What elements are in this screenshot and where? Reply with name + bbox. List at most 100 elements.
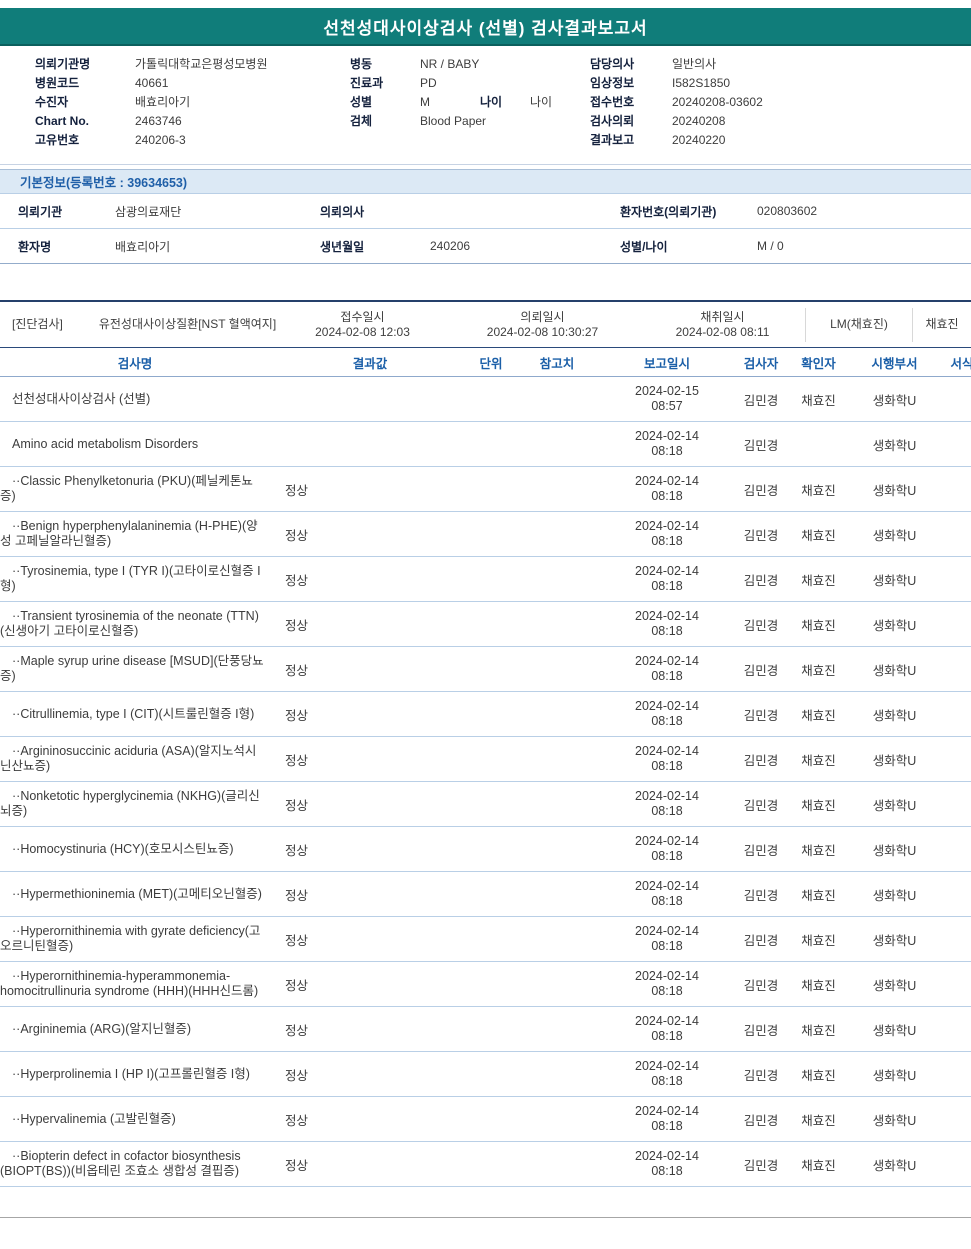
result-row: ··Citrullinemia, type I (CIT)(시트룰린혈증 I형)… bbox=[0, 692, 971, 737]
report-datetime-text: 2024-02-14 08:18 bbox=[635, 654, 699, 683]
report-datetime: 2024-02-15 08:57 bbox=[602, 384, 732, 414]
info-value: 20240220 bbox=[672, 133, 726, 147]
report-datetime: 2024-02-14 08:18 bbox=[602, 474, 732, 504]
info-value: 20240208 bbox=[672, 114, 726, 128]
result-row: ··Hyperprolinemia I (HP I)(고프롤린혈증 I형) 정상… bbox=[0, 1052, 971, 1097]
tester-name: 김민경 bbox=[743, 1113, 779, 1128]
test-name: ··Argininosuccinic aciduria (ASA)(알지노석시닌… bbox=[0, 744, 257, 773]
department-name: 생화학U bbox=[872, 1113, 917, 1128]
basic-value-3: 020803602 bbox=[757, 204, 818, 218]
confirmer-name: 채효진 bbox=[801, 393, 836, 408]
info-pair: 검사의뢰 20240208 bbox=[590, 112, 971, 131]
info-value: 240206-3 bbox=[135, 133, 186, 147]
receipt-time-label: 접수일시 bbox=[340, 309, 385, 324]
report-datetime-text: 2024-02-14 08:18 bbox=[635, 519, 699, 548]
report-datetime: 2024-02-14 08:18 bbox=[602, 969, 732, 999]
result-row: ··Biopterin defect in cofactor biosynthe… bbox=[0, 1142, 971, 1187]
result-row: ··Transient tyrosinemia of the neonate (… bbox=[0, 602, 971, 647]
confirmer-name: 채효진 bbox=[801, 798, 836, 813]
order-collector: LM(채효진) bbox=[805, 307, 912, 342]
report-datetime-text: 2024-02-14 08:18 bbox=[635, 1149, 699, 1178]
confirmer-name: 채효진 bbox=[801, 1113, 836, 1128]
test-name: ··Citrullinemia, type I (CIT)(시트룰린혈증 I형) bbox=[12, 706, 255, 721]
department-name: 생화학U bbox=[872, 528, 917, 543]
department-name: 생화학U bbox=[872, 753, 917, 768]
header-report-date: 보고일시 bbox=[643, 356, 690, 371]
test-name: ··Tyrosinemia, type I (TYR I)(고타이로신혈증 I형… bbox=[0, 564, 261, 593]
tester-name: 김민경 bbox=[743, 663, 779, 678]
confirmer-name: 채효진 bbox=[801, 753, 836, 768]
result-value: 정상 bbox=[285, 798, 309, 813]
test-name: ··Nonketotic hyperglycinemia (NKHG)(글리신뇌… bbox=[0, 789, 260, 818]
info-label-2 bbox=[480, 74, 530, 93]
header-test-name: 검사명 bbox=[117, 356, 153, 371]
info-pair: 성별 M 나이 나이 bbox=[350, 93, 590, 112]
info-label-2 bbox=[480, 112, 530, 131]
basic-label-1: 환자명 bbox=[18, 239, 52, 254]
info-value-2: 나이 bbox=[530, 95, 553, 109]
department-name: 생화학U bbox=[872, 978, 917, 993]
bottom-divider bbox=[0, 1217, 971, 1218]
department-name: 생화학U bbox=[872, 393, 917, 408]
report-datetime-text: 2024-02-14 08:18 bbox=[635, 609, 699, 638]
report-datetime-text: 2024-02-14 08:18 bbox=[635, 789, 699, 818]
result-value: 정상 bbox=[285, 573, 309, 588]
tester-name: 김민경 bbox=[743, 1158, 779, 1173]
result-value: 정상 bbox=[285, 618, 309, 633]
test-name: ··Hyperprolinemia I (HP I)(고프롤린혈증 I형) bbox=[12, 1066, 250, 1081]
report-datetime-text: 2024-02-15 08:57 bbox=[635, 384, 699, 413]
confirmer-name: 채효진 bbox=[801, 618, 836, 633]
test-name: ··Homocystinuria (HCY)(호모시스틴뇨증) bbox=[12, 841, 234, 856]
report-datetime: 2024-02-14 08:18 bbox=[602, 699, 732, 729]
info-pair: 결과보고 20240220 bbox=[590, 131, 971, 150]
test-name: Amino acid metabolism Disorders bbox=[12, 436, 199, 451]
basic-info-row: 의뢰기관 삼광의료재단 의뢰의사 환자번호(의뢰기관) 020803602 bbox=[0, 194, 971, 229]
basic-info-title: 기본정보(등록번호 : 39634653) bbox=[20, 176, 188, 190]
result-row: ··Homocystinuria (HCY)(호모시스틴뇨증) 정상 2024-… bbox=[0, 827, 971, 872]
test-name: ··Hyperornithinemia-hyperammonemia-homoc… bbox=[0, 969, 259, 998]
info-pair: 고유번호 240206-3 bbox=[35, 131, 350, 150]
confirmer-name: 채효진 bbox=[801, 888, 836, 903]
test-name: ··Argininemia (ARG)(알지닌혈증) bbox=[12, 1021, 192, 1036]
info-pair: 병원코드 40661 bbox=[35, 74, 350, 93]
report-datetime-text: 2024-02-14 08:18 bbox=[635, 879, 699, 908]
report-datetime: 2024-02-14 08:18 bbox=[602, 654, 732, 684]
test-name: ··Hypervalinemia (고발린혈증) bbox=[12, 1111, 176, 1126]
confirmer-name: 채효진 bbox=[801, 483, 836, 498]
header-tester: 검사자 bbox=[743, 356, 779, 371]
confirmer-name: 채효진 bbox=[801, 1068, 836, 1083]
result-row: ··Tyrosinemia, type I (TYR I)(고타이로신혈증 I형… bbox=[0, 557, 971, 602]
report-title: 선천성대사이상검사 (선별) 검사결과보고서 bbox=[323, 18, 648, 38]
basic-info-bar: 기본정보(등록번호 : 39634653) bbox=[0, 169, 971, 194]
confirmer-name: 채효진 bbox=[801, 573, 836, 588]
basic-label-3: 성별/나이 bbox=[620, 239, 668, 254]
result-row: ··Hyperornithinemia-hyperammonemia-homoc… bbox=[0, 962, 971, 1007]
order-strip: [진단검사] 유전성대사이상질환[NST 혈액여지] 접수일시 2024-02-… bbox=[0, 300, 971, 348]
info-value: 배효리아기 bbox=[135, 95, 191, 109]
info-value: 2463746 bbox=[135, 114, 182, 128]
report-datetime-text: 2024-02-14 08:18 bbox=[635, 1014, 699, 1043]
receipt-time-value: 2024-02-08 12:03 bbox=[315, 324, 410, 339]
results-table-body: 선천성대사이상검사 (선별) 2024-02-15 08:57 김민경 채효진 … bbox=[0, 377, 971, 1187]
department-name: 생화학U bbox=[872, 843, 917, 858]
confirmer-name: 채효진 bbox=[801, 933, 836, 948]
result-value: 정상 bbox=[285, 1023, 309, 1038]
tester-name: 김민경 bbox=[743, 933, 779, 948]
test-name: ··Benign hyperphenylalaninemia (H-PHE)(양… bbox=[0, 519, 258, 548]
basic-label-2: 의뢰의사 bbox=[320, 204, 365, 219]
test-name: ··Biopterin defect in cofactor biosynthe… bbox=[0, 1149, 241, 1178]
info-value: PD bbox=[420, 76, 437, 90]
tester-name: 김민경 bbox=[743, 393, 779, 408]
header-unit: 단위 bbox=[479, 356, 503, 371]
result-value: 정상 bbox=[285, 753, 309, 768]
info-label-2: 나이 bbox=[480, 95, 503, 109]
info-value: M bbox=[420, 95, 430, 109]
info-label: 담당의사 bbox=[590, 57, 635, 71]
order-collect: 채취일시 2024-02-08 08:11 bbox=[640, 310, 805, 340]
result-value: 정상 bbox=[285, 978, 309, 993]
info-label: 의뢰기관명 bbox=[35, 57, 91, 71]
tester-name: 김민경 bbox=[743, 1068, 779, 1083]
tester-name: 김민경 bbox=[743, 798, 779, 813]
tester-name: 김민경 bbox=[743, 708, 779, 723]
info-label: 수진자 bbox=[35, 95, 69, 109]
